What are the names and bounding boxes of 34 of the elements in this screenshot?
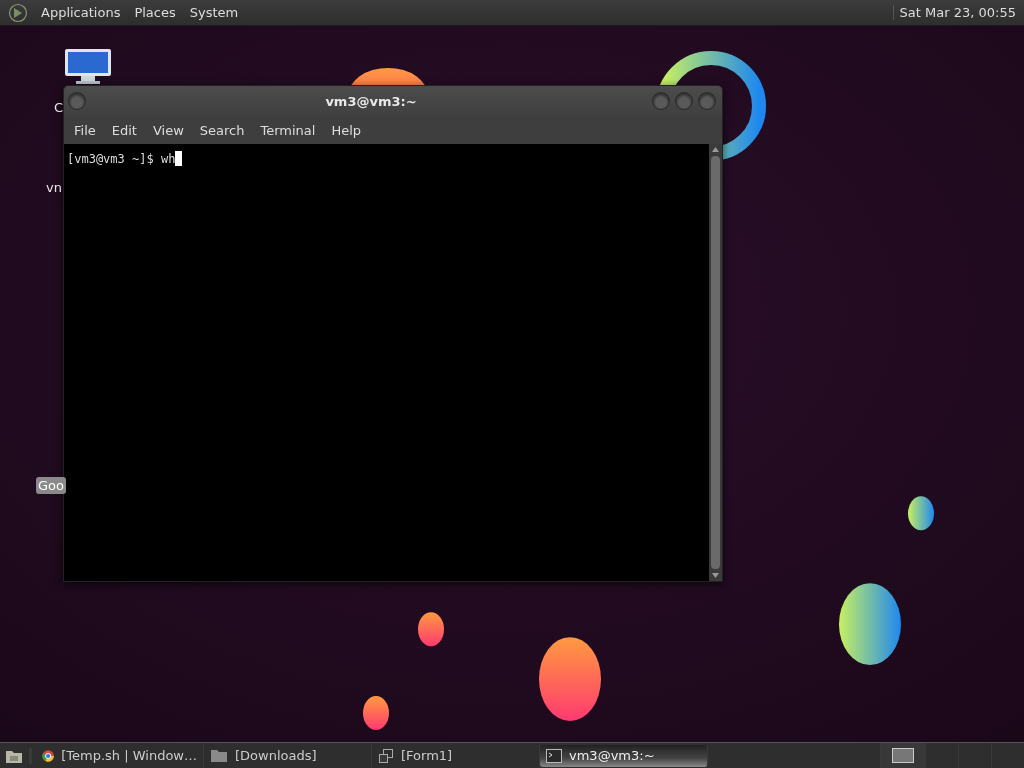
close-button[interactable] [698,92,716,110]
text-cursor [175,151,183,166]
menu-item[interactable]: View [144,122,192,138]
desktop-icon-label[interactable]: vn [44,179,64,196]
menu-item[interactable]: Search [191,122,253,138]
scroll-up-icon[interactable] [712,147,719,152]
menu-item[interactable]: Help [323,122,370,138]
panel-menu[interactable]: Places [127,5,183,20]
maximize-button[interactable] [675,92,693,110]
taskbar-button[interactable]: vm3@vm3:~ [540,744,708,767]
menu-item[interactable]: Edit [103,122,145,138]
clock[interactable]: Sat Mar 23, 00:55 [892,5,1018,20]
terminal-icon [546,748,562,763]
scroll-down-icon[interactable] [712,573,719,578]
panel-menu[interactable]: Applications [34,5,128,20]
window-title: vm3@vm3:~ [324,93,418,109]
desktop-icon-label[interactable]: C [52,99,66,116]
browser-icon [42,747,55,764]
panel-menu[interactable]: System [182,5,246,20]
menu-item[interactable]: File [66,122,104,138]
prompt-line: [vm3@vm3 ~]$ wh [67,152,176,166]
computer-icon[interactable] [64,48,112,84]
scrollbar[interactable] [709,144,722,581]
scroll-thumb[interactable] [711,156,720,569]
workspace-button[interactable] [880,743,925,768]
taskbar-button[interactable]: [Temp.sh | Window… [36,744,204,767]
minimize-button[interactable] [652,92,670,110]
menu-item[interactable]: Terminal [252,122,324,138]
taskbar-button[interactable]: [Downloads] [204,744,372,767]
window-thumbnail [892,748,914,763]
window-menu-button[interactable] [68,92,86,110]
windows-icon [378,747,394,764]
folder-icon [210,748,228,763]
menu-logo-icon[interactable] [8,2,28,23]
